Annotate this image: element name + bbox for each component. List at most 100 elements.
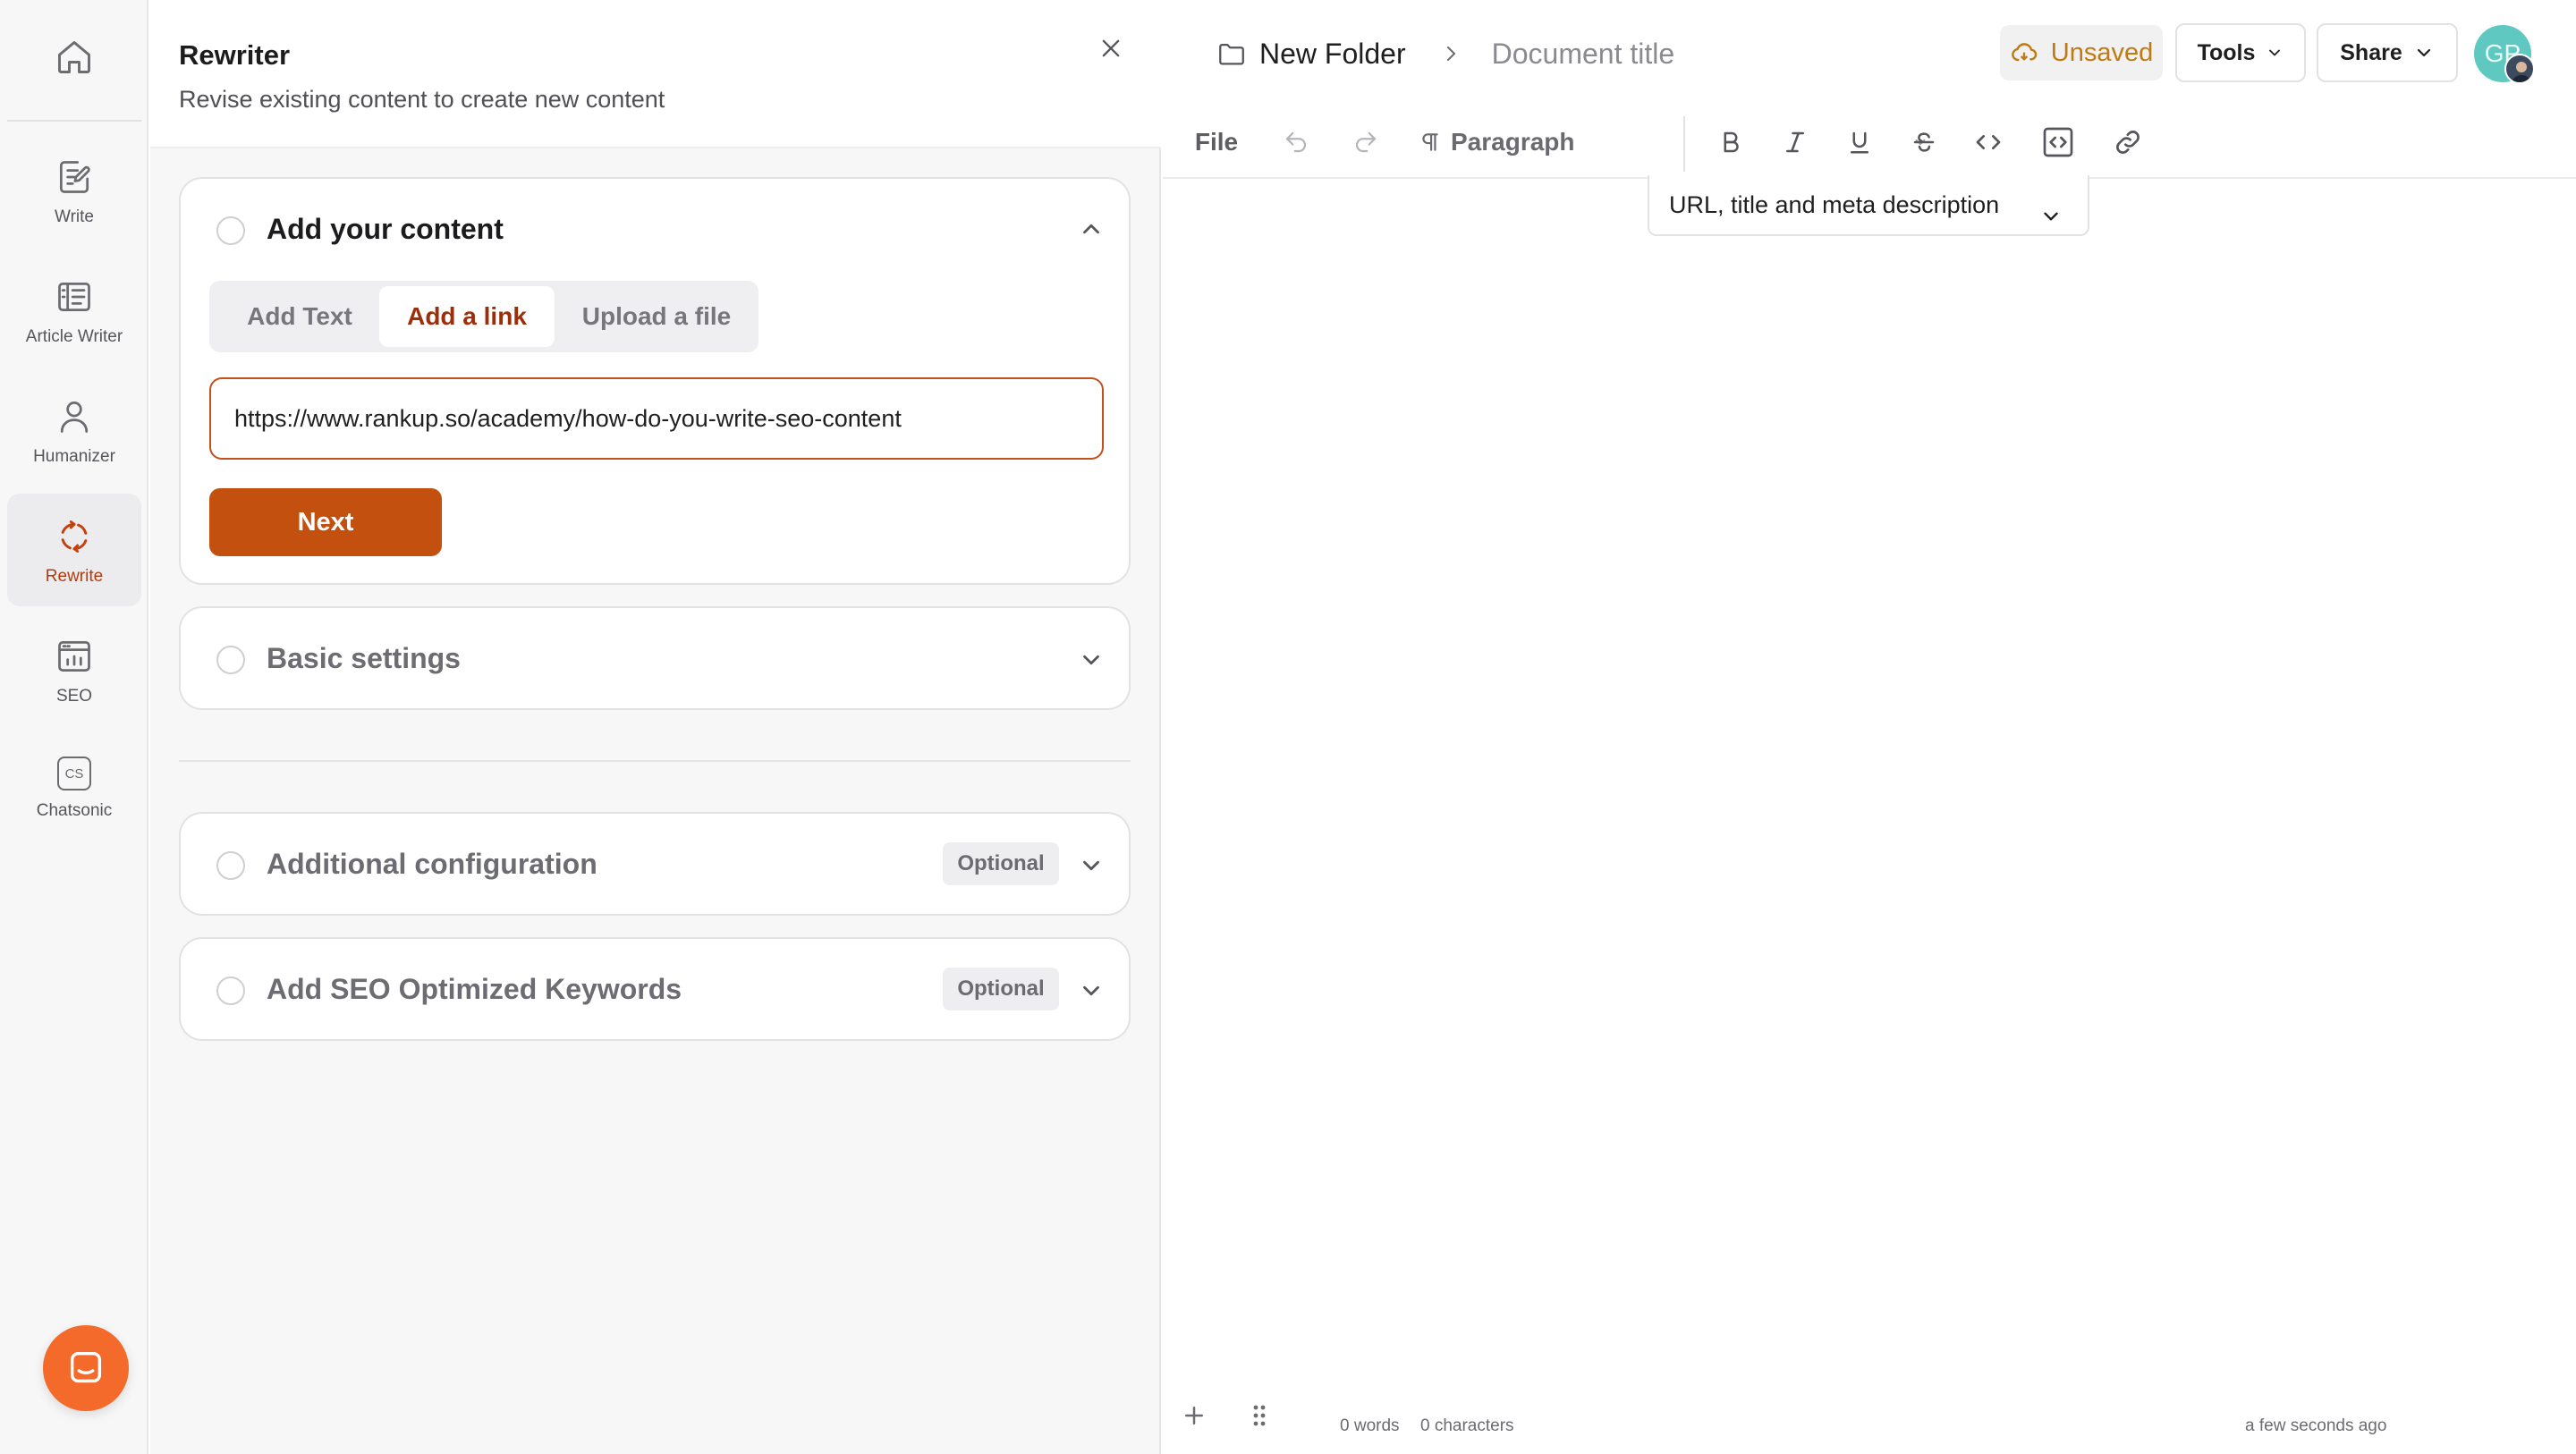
- breadcrumb-folder[interactable]: New Folder: [1259, 38, 1406, 71]
- chevron-down-icon: [1078, 647, 1105, 673]
- folder-icon: [1216, 38, 1247, 69]
- strikethrough-icon: [1911, 129, 1937, 156]
- left-nav: Write Article Writer Humanizer Rewrite S…: [0, 0, 148, 1454]
- nav-item-rewrite[interactable]: Rewrite: [7, 494, 141, 606]
- optional-badge: Optional: [943, 968, 1059, 1010]
- document-title[interactable]: Document title: [1492, 38, 1675, 71]
- rewrite-icon: [55, 517, 94, 556]
- panel-title: Rewriter: [179, 39, 291, 71]
- tools-button[interactable]: Tools: [2175, 23, 2306, 82]
- underline-button[interactable]: [1839, 122, 1880, 163]
- nav-item-label: Chatsonic: [36, 801, 113, 820]
- pilcrow-icon: [1419, 131, 1442, 154]
- bold-icon: [1717, 129, 1744, 156]
- nav-item-chatsonic[interactable]: CS Chatsonic: [7, 733, 141, 846]
- save-status-text: Unsaved: [2050, 38, 2154, 67]
- inline-code-button[interactable]: [1968, 122, 2009, 163]
- nav-divider: [7, 120, 141, 122]
- chevron-right-icon: [1440, 43, 1462, 64]
- add-content-card: Add your content Add Text Add a link Upl…: [179, 177, 1131, 585]
- bold-button[interactable]: [1710, 122, 1751, 163]
- step-radio-icon[interactable]: [216, 976, 245, 1005]
- collapse-button[interactable]: [1075, 213, 1107, 245]
- link-button[interactable]: [2107, 122, 2148, 163]
- card-title: Basic settings: [267, 642, 461, 674]
- meta-dropdown-label: URL, title and meta description: [1669, 190, 2000, 218]
- next-button[interactable]: Next: [209, 488, 442, 556]
- expand-button[interactable]: [1075, 975, 1107, 1007]
- undo-icon: [1283, 129, 1309, 156]
- panel-subtitle: Revise existing content to create new co…: [179, 86, 665, 113]
- paragraph-style-label: Paragraph: [1451, 128, 1575, 156]
- seo-icon: [55, 637, 94, 676]
- link-icon: [2114, 128, 2142, 156]
- tab-add-a-link[interactable]: Add a link: [379, 286, 555, 347]
- seo-keywords-card[interactable]: Add SEO Optimized Keywords Optional: [179, 937, 1131, 1041]
- add-block-button[interactable]: [1181, 1402, 1208, 1429]
- panel-header: Rewriter Revise existing content to crea…: [150, 0, 1161, 148]
- basic-settings-card[interactable]: Basic settings: [179, 606, 1131, 710]
- code-block-icon: [2040, 124, 2076, 160]
- humanizer-icon: [55, 397, 94, 436]
- tab-add-text[interactable]: Add Text: [215, 286, 385, 347]
- redo-button[interactable]: [1345, 122, 1386, 163]
- additional-configuration-card[interactable]: Additional configuration Optional: [179, 812, 1131, 916]
- breadcrumb: New Folder Document title: [1216, 34, 1674, 73]
- drag-handle[interactable]: [1250, 1402, 1268, 1429]
- nav-item-humanizer[interactable]: Humanizer: [7, 374, 141, 486]
- last-saved-time: a few seconds ago: [2245, 1416, 2387, 1435]
- nav-item-seo[interactable]: SEO: [7, 613, 141, 726]
- url-input[interactable]: [209, 377, 1104, 460]
- share-label: Share: [2340, 39, 2402, 65]
- optional-badge: Optional: [943, 842, 1059, 885]
- nav-item-article-writer[interactable]: Article Writer: [7, 254, 141, 367]
- home-icon: [55, 38, 94, 77]
- toolbar-separator: [1683, 116, 1685, 172]
- section-divider: [179, 760, 1131, 762]
- card-title: Add your content: [267, 213, 504, 245]
- nav-item-label: Write: [55, 207, 94, 226]
- tab-upload-a-file[interactable]: Upload a file: [560, 286, 753, 347]
- step-radio-icon[interactable]: [216, 646, 245, 674]
- user-photo-badge: [2504, 54, 2535, 84]
- document-editor: New Folder Document title Unsaved Tools …: [1163, 0, 2576, 1454]
- nav-item-label: Rewrite: [45, 567, 104, 586]
- chevron-down-icon: [1078, 977, 1105, 1004]
- close-panel-button[interactable]: [1093, 30, 1129, 66]
- chevron-down-icon: [2402, 42, 2435, 63]
- paragraph-style-select[interactable]: Paragraph: [1419, 122, 1926, 163]
- formatting-toolbar: File Paragraph: [1163, 107, 2576, 179]
- expand-button[interactable]: [1075, 850, 1107, 882]
- italic-icon: [1782, 129, 1809, 156]
- rewriter-panel: Rewriter Revise existing content to crea…: [150, 0, 1161, 1454]
- strikethrough-button[interactable]: [1903, 122, 1945, 163]
- step-radio-icon[interactable]: [216, 216, 245, 245]
- help-chat-button[interactable]: [43, 1325, 129, 1411]
- plus-icon: [1181, 1402, 1208, 1429]
- nav-item-label: Article Writer: [25, 327, 123, 346]
- step-radio-icon[interactable]: [216, 851, 245, 880]
- share-button[interactable]: Share: [2317, 23, 2458, 82]
- file-menu[interactable]: File: [1190, 122, 1243, 163]
- chat-icon: [65, 1348, 106, 1389]
- code-block-button[interactable]: [2038, 122, 2079, 163]
- editor-content-area[interactable]: [1163, 238, 2576, 1391]
- card-title: Add SEO Optimized Keywords: [267, 973, 682, 1005]
- expand-button[interactable]: [1075, 644, 1107, 676]
- drag-handle-icon: [1250, 1402, 1268, 1429]
- italic-button[interactable]: [1775, 122, 1816, 163]
- article-writer-icon: [55, 277, 94, 317]
- undo-button[interactable]: [1275, 122, 1317, 163]
- save-status-badge: Unsaved: [2000, 25, 2163, 80]
- code-icon: [1974, 128, 2003, 156]
- home-button[interactable]: [38, 21, 110, 93]
- redo-icon: [1352, 129, 1379, 156]
- seo-meta-dropdown[interactable]: URL, title and meta description: [1648, 175, 2089, 236]
- word-count: 0 words: [1340, 1416, 1400, 1435]
- nav-item-label: Humanizer: [33, 447, 115, 466]
- underline-icon: [1846, 129, 1873, 156]
- close-icon: [1098, 36, 1123, 61]
- editor-footer: 0 words 0 characters a few seconds ago: [1163, 1395, 2576, 1454]
- nav-item-write[interactable]: Write: [7, 134, 141, 247]
- card-title: Additional configuration: [267, 848, 597, 880]
